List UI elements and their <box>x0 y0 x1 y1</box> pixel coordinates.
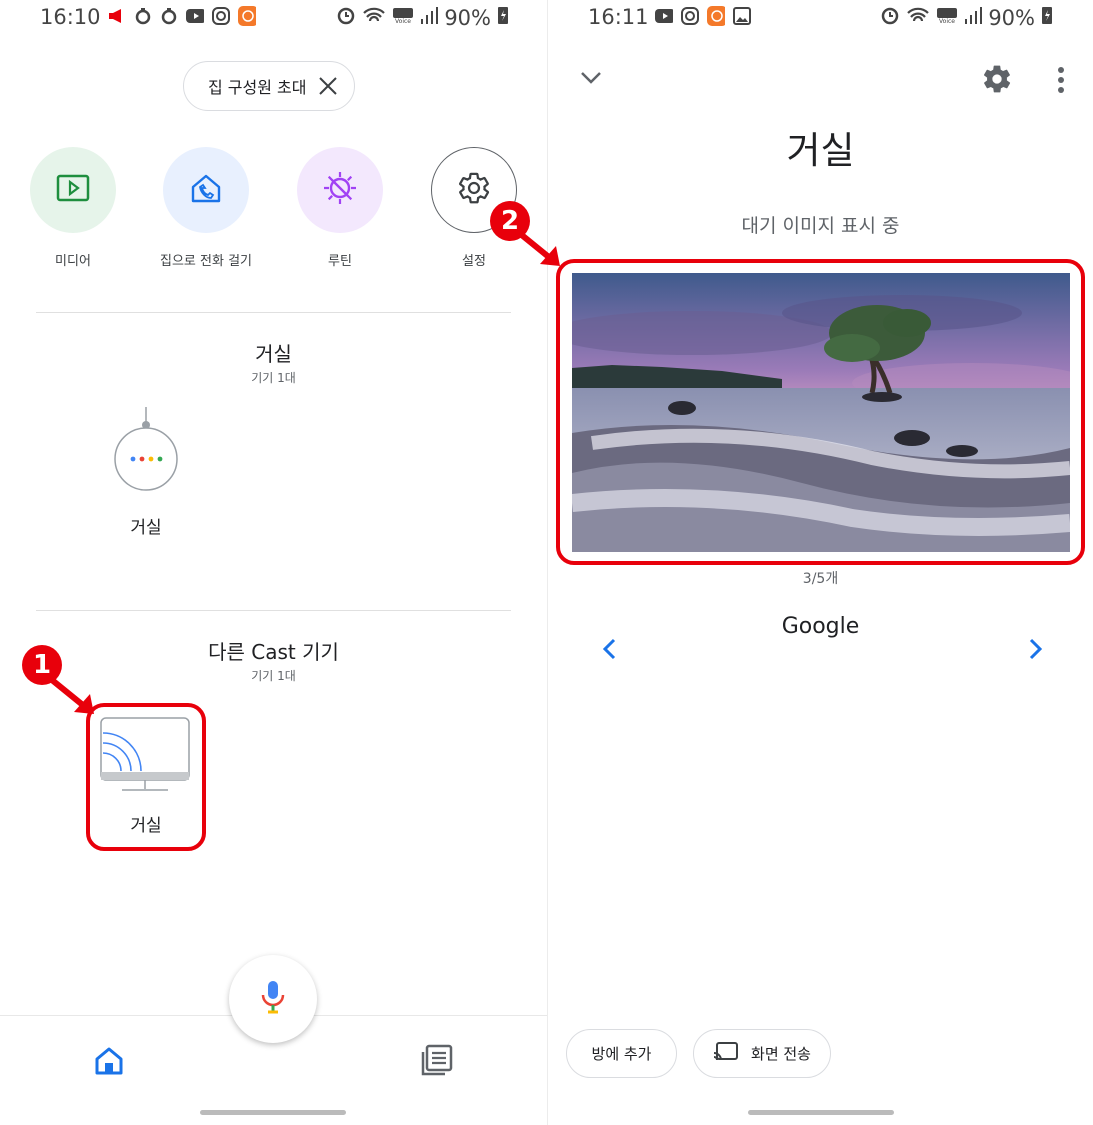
speaker-device-tile[interactable]: 거실 <box>86 405 206 545</box>
cast-screen-chip[interactable]: 화면 전송 <box>693 1029 831 1078</box>
photo-counter: 3/5개 <box>802 571 839 587</box>
gear-icon[interactable] <box>981 63 1013 99</box>
shortcut-media-label: 미디어 <box>55 254 91 269</box>
status-notification-icons <box>655 6 751 26</box>
megaphone-icon <box>108 7 126 25</box>
youtube-icon <box>655 7 673 25</box>
gesture-bar <box>748 1110 894 1115</box>
svg-text:Voice: Voice <box>395 18 411 25</box>
routine-icon <box>320 168 360 212</box>
wifi-icon <box>906 6 930 30</box>
shortcut-routine-label: 루틴 <box>328 254 352 269</box>
signal-icon <box>964 6 983 30</box>
battery-level: 90% <box>444 5 491 30</box>
call-home-circle[interactable] <box>163 147 249 233</box>
room-title-living: 거실 <box>255 342 292 366</box>
mi-app-icon <box>238 6 256 26</box>
alarm-icon <box>336 5 356 30</box>
shortcut-media[interactable]: 미디어 <box>23 147 123 269</box>
instagram-icon <box>212 7 230 25</box>
chevron-down-icon[interactable] <box>580 70 602 90</box>
invite-member-label: 집 구성원 초대 <box>208 78 307 97</box>
invite-member-chip[interactable]: 집 구성원 초대 <box>183 61 355 111</box>
add-to-room-chip[interactable]: 방에 추가 <box>566 1029 677 1078</box>
cast-icon <box>713 1041 739 1067</box>
device-detail-screen: 16:11 Voice 90% 거실 대기 이미지 표시 중 3/5개 Goog… <box>548 0 1093 1125</box>
home-screen: 16:10 Voice 90% 집 구성원 초대 미디어 집으로 전화 걸기 루… <box>0 0 547 1125</box>
add-to-room-label: 방에 추가 <box>591 1045 652 1063</box>
gear-icon <box>457 171 491 209</box>
room-title-other-cast: 다른 Cast 기기 <box>208 640 339 664</box>
chevron-left-icon[interactable] <box>598 636 622 662</box>
battery-charging-icon <box>497 5 509 30</box>
camera-ring-icon-2 <box>160 7 178 25</box>
status-system-icons: Voice 90% <box>880 5 1053 30</box>
media-circle[interactable] <box>30 147 116 233</box>
chevron-right-icon[interactable] <box>1023 636 1047 662</box>
status-notification-icons <box>108 6 256 26</box>
camera-ring-icon <box>134 7 152 25</box>
status-time: 16:11 <box>588 5 649 29</box>
smart-speaker-icon <box>113 405 179 499</box>
battery-charging-icon <box>1041 5 1053 30</box>
shortcut-call-home[interactable]: 집으로 전화 걸기 <box>156 147 256 269</box>
annotation-highlight-2 <box>556 259 1085 565</box>
voice-assistant-button[interactable] <box>229 955 317 1043</box>
signal-icon <box>420 6 439 30</box>
routine-circle[interactable] <box>297 147 383 233</box>
annotation-arrow-2 <box>515 229 560 266</box>
device-title: 거실 <box>786 129 855 172</box>
shortcut-call-home-label: 집으로 전화 걸기 <box>160 254 252 269</box>
cast-screen-label: 화면 전송 <box>751 1045 811 1063</box>
ambient-mode-label: 대기 이미지 표시 중 <box>741 215 900 237</box>
annotation-highlight-1 <box>86 703 206 851</box>
youtube-icon <box>186 7 204 25</box>
battery-level: 90% <box>988 5 1035 30</box>
mi-app-icon <box>707 6 725 26</box>
status-system-icons: Voice 90% <box>336 5 509 30</box>
feed-tab-icon[interactable] <box>421 1044 453 1080</box>
wifi-icon <box>362 6 386 30</box>
media-play-icon <box>56 174 90 206</box>
photo-source: Google <box>781 614 860 639</box>
home-tab-icon[interactable] <box>94 1046 124 1080</box>
status-bar: 16:10 Voice 90% <box>0 0 547 36</box>
annotation-arrow-1 <box>49 677 94 714</box>
gesture-bar <box>200 1110 346 1115</box>
status-bar: 16:11 Voice 90% <box>548 0 1093 36</box>
hd-voice-icon: Voice <box>936 6 958 30</box>
room-device-count: 기기 1대 <box>251 371 296 385</box>
home-call-icon <box>189 171 223 209</box>
alarm-icon <box>880 5 900 30</box>
hd-voice-icon: Voice <box>392 6 414 30</box>
gallery-icon <box>733 7 751 25</box>
instagram-icon <box>681 7 699 25</box>
more-options-icon[interactable] <box>1057 66 1065 98</box>
divider <box>36 610 511 611</box>
svg-text:Voice: Voice <box>939 18 955 25</box>
microphone-icon <box>260 980 286 1018</box>
close-icon[interactable] <box>318 76 338 96</box>
status-time: 16:10 <box>40 5 101 29</box>
speaker-device-label: 거실 <box>130 518 162 538</box>
shortcut-settings-label: 설정 <box>462 254 486 269</box>
divider <box>36 312 511 313</box>
shortcut-routine[interactable]: 루틴 <box>290 147 390 269</box>
